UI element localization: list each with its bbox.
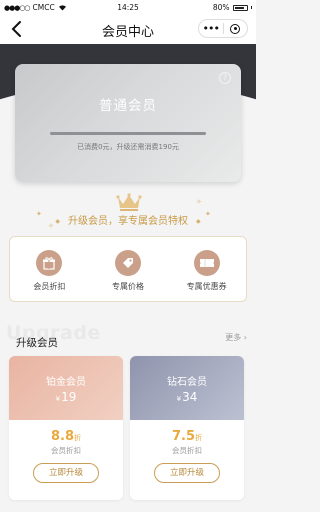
chevron-right-icon: › xyxy=(243,333,247,342)
tier-header: 铂金会员 ¥19 xyxy=(9,356,123,420)
tier-name: 铂金会员 xyxy=(46,377,86,388)
diamond-icon: ◆ xyxy=(55,217,60,225)
target-icon xyxy=(230,23,241,34)
privilege-label: 专属优惠券 xyxy=(186,282,227,291)
discount-unit: 折 xyxy=(195,434,203,442)
member-card: ? 普通会员 已消费0元，升级还需消费190元 xyxy=(15,64,241,182)
battery-icon xyxy=(232,4,248,11)
crown-icon xyxy=(116,193,142,211)
currency-symbol: ¥ xyxy=(176,395,182,403)
tier-header: 钻石会员 ¥34 xyxy=(130,356,244,420)
tier-discount: 7.5折 xyxy=(130,429,244,444)
tier-card-platinum: 铂金会员 ¥19 8.8折 会员折扣 立即升级 xyxy=(9,356,123,500)
discount-value: 8.8 xyxy=(50,429,75,444)
privileges-panel: 会员折扣 专属价格 专属优惠券 xyxy=(9,236,247,302)
price-value: 34 xyxy=(182,390,198,404)
nav-bar: 会员中心 ••• xyxy=(0,14,256,44)
tier-price: ¥34 xyxy=(130,390,244,404)
battery-tip xyxy=(250,6,252,9)
tier-card-diamond: 钻石会员 ¥34 7.5折 会员折扣 立即升级 xyxy=(130,356,244,500)
upgrade-banner: ◆ 升级会员，享专属会员特权 ◆ xyxy=(0,212,256,227)
section-title: 升级会员 xyxy=(16,337,58,349)
privilege-label: 会员折扣 xyxy=(33,282,66,291)
more-label: 更多 xyxy=(225,333,242,342)
discount-value: 7.5 xyxy=(171,429,196,444)
battery-percent: 80% xyxy=(212,3,230,12)
member-level: 普通会员 xyxy=(99,98,157,114)
tier-name: 钻石会员 xyxy=(167,377,207,388)
currency-symbol: ¥ xyxy=(55,395,61,403)
upgrade-banner-title: 升级会员，享专属会员特权 xyxy=(68,216,188,227)
discount-unit: 折 xyxy=(74,434,82,442)
privilege-price[interactable]: 专属价格 xyxy=(89,237,168,301)
more-dots-icon[interactable]: ••• xyxy=(199,23,223,34)
progress-text: 已消费0元，升级还需消费190元 xyxy=(77,143,179,151)
discount-label: 会员折扣 xyxy=(172,446,202,455)
close-mini-program-button[interactable] xyxy=(224,23,248,34)
coupon-icon xyxy=(193,250,220,276)
diamond-icon: ◆ xyxy=(196,217,201,225)
privilege-discount[interactable]: 会员折扣 xyxy=(10,237,89,301)
mini-program-capsule: ••• xyxy=(198,19,248,38)
hero-section: ? 普通会员 已消费0元，升级还需消费190元 xyxy=(0,44,256,204)
help-icon[interactable]: ? xyxy=(219,72,231,84)
privilege-label: 专属价格 xyxy=(112,282,144,291)
price-tag-icon xyxy=(115,250,141,276)
tier-price: ¥19 xyxy=(9,390,123,404)
privilege-coupon[interactable]: 专属优惠券 xyxy=(167,237,246,301)
gift-icon xyxy=(36,250,63,276)
price-value: 19 xyxy=(61,390,77,404)
upgrade-button[interactable]: 立即升级 xyxy=(154,463,220,483)
sparkle-icon: ✧ xyxy=(196,198,202,206)
upgrade-button[interactable]: 立即升级 xyxy=(33,463,99,483)
more-link[interactable]: 更多 › xyxy=(225,332,247,343)
status-bar: ●●●○○ CMCC 14:25 80% xyxy=(0,0,256,14)
discount-label: 会员折扣 xyxy=(51,446,81,455)
tier-discount: 8.8折 xyxy=(9,429,123,444)
progress-bar xyxy=(50,132,206,135)
